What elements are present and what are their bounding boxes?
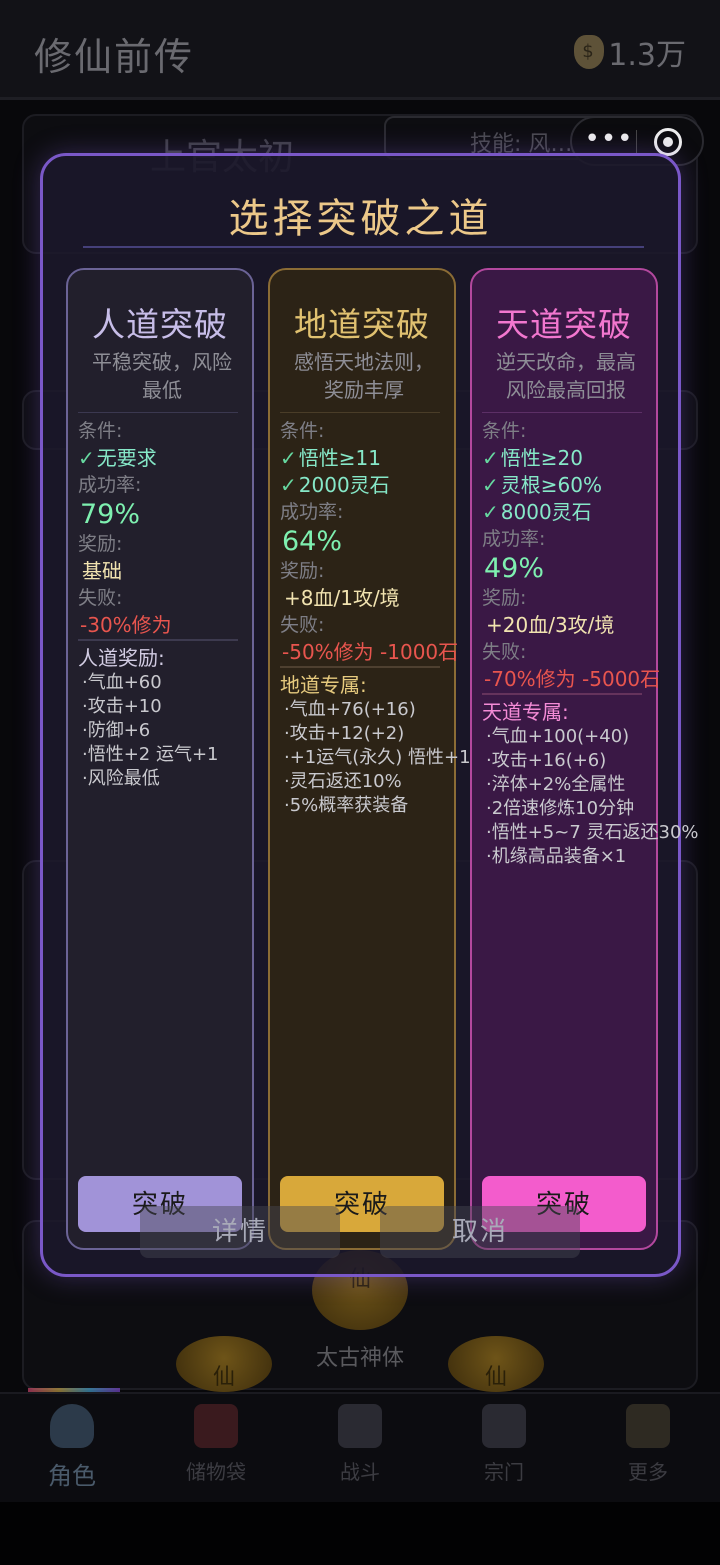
check-icon: ✓ (482, 500, 499, 524)
divider (78, 412, 238, 413)
body-type-label: 太古神体 (316, 1346, 405, 1371)
body-orb-right: 仙 (448, 1336, 544, 1392)
condition-item: ✓ 悟性≥20 (482, 446, 583, 470)
title-divider (83, 246, 644, 248)
system-nav-area (0, 1502, 720, 1565)
divider (280, 412, 440, 413)
tab-label: 角色 (48, 1462, 96, 1490)
bonus-item: ·攻击+16(+6) (486, 750, 607, 771)
bonus-item: ·气血+100(+40) (486, 726, 630, 747)
path-description: 感悟天地法则， 奖励丰厚 (294, 350, 434, 402)
temple-icon (482, 1404, 526, 1448)
tab-bag[interactable]: 储物袋 (156, 1404, 276, 1485)
check-icon: ✓ (482, 446, 499, 470)
tab-character[interactable]: 角色 (12, 1404, 132, 1491)
bonus-item: ·淬体+2%全属性 (486, 774, 626, 795)
path-title: 人道突破 (92, 305, 228, 344)
cancel-button[interactable]: 取消 (380, 1206, 580, 1258)
tab-label: 储物袋 (186, 1460, 246, 1484)
human-path-card: 人道突破 平稳突破，风险 最低 条件: ✓ 无要求 成功率: 79% 奖励: 基础… (66, 268, 254, 1250)
body-orb-left: 仙 (176, 1336, 272, 1392)
check-icon: ✓ (280, 446, 297, 470)
heaven-path-card: 天道突破 逆天改命，最高 风险最高回报 条件: ✓ 悟性≥20 ✓ 灵根≥60% ✓… (470, 268, 699, 1250)
money-bag-icon (574, 35, 605, 69)
divider (78, 639, 238, 641)
condition-item: ✓ 8000灵石 (482, 500, 592, 524)
bag-icon (194, 1404, 238, 1448)
capsule-divider (636, 130, 637, 154)
check-icon: ✓ (78, 446, 95, 470)
app-title: 修仙前传 (34, 35, 195, 79)
earth-path-card: 地道突破 感悟天地法则， 奖励丰厚 条件: ✓ 悟性≥11 ✓ 2000灵石 成功率… (268, 268, 471, 1250)
bonus-item: ·2倍速修炼10分钟 (486, 798, 635, 819)
path-description: 平稳突破，风险 最低 (92, 350, 232, 402)
path-details: 条件: ✓ 悟性≥20 ✓ 灵根≥60% ✓ 8000灵石 成功率: 49% 奖励: … (482, 418, 720, 869)
character-icon (50, 1404, 94, 1448)
close-target-icon[interactable] (654, 128, 682, 156)
bonus-item: ·机缘高品装备×1 (486, 846, 627, 867)
currency-display: 1.3万 (574, 30, 686, 74)
fail-penalty: -70%修为 -5000石 (484, 667, 661, 691)
more-dots-icon[interactable]: ••• (584, 124, 634, 154)
path-description: 逆天改命，最高 风险最高回报 (496, 350, 636, 402)
conditions-label: 条件: (482, 420, 527, 442)
reward-value: +20血/3攻/境 (486, 613, 615, 637)
success-rate: 49% (484, 553, 545, 584)
detail-button[interactable]: 详情 (140, 1206, 340, 1258)
path-title: 天道突破 (496, 305, 632, 344)
tab-label: 宗门 (484, 1460, 524, 1484)
reward-label: 奖励: (482, 587, 527, 609)
bonus-title: 天道专属: (482, 700, 569, 724)
check-icon: ✓ (482, 473, 499, 497)
tab-more[interactable]: 更多 (588, 1404, 708, 1485)
tab-label: 战斗 (340, 1460, 380, 1484)
swords-icon (338, 1404, 382, 1448)
tab-sect[interactable]: 宗门 (444, 1404, 564, 1485)
currency-amount: 1.3万 (608, 38, 686, 73)
success-rate-label: 成功率: (482, 528, 546, 550)
divider (482, 412, 642, 413)
breakthrough-modal: 选择突破之道 人道突破 平稳突破，风险 最低 条件: ✓ 无要求 成功率: 79%… (40, 153, 699, 1277)
divider (280, 666, 440, 668)
check-icon: ✓ (280, 473, 297, 497)
tab-battle[interactable]: 战斗 (300, 1404, 420, 1485)
condition-item: ✓ 灵根≥60% (482, 473, 602, 497)
clipboard-icon (626, 1404, 670, 1448)
bonus-item: ·悟性+5~7 灵石返还30% (486, 822, 699, 843)
modal-title: 选择突破之道 (228, 196, 493, 242)
app-header: 修仙前传 1.3万 (0, 0, 720, 100)
tab-label: 更多 (628, 1460, 668, 1484)
divider (482, 693, 642, 695)
path-title: 地道突破 (294, 305, 430, 344)
fail-label: 失败: (482, 641, 527, 663)
